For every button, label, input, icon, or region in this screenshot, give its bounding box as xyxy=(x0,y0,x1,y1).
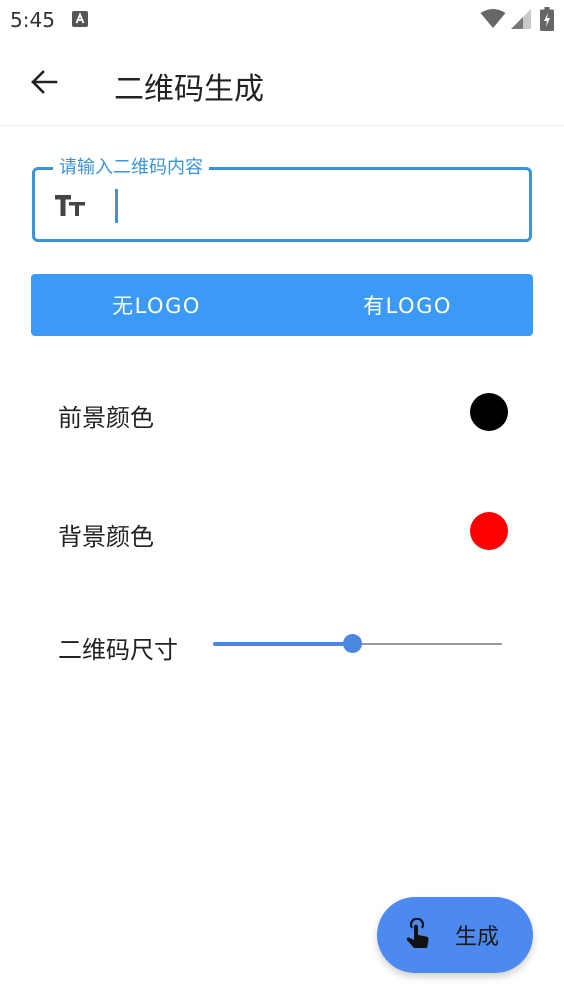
status-bar: 5:45 xyxy=(0,0,564,40)
app-bar: 二维码生成 xyxy=(0,40,564,126)
background-color-row: 背景颜色 xyxy=(0,501,564,561)
slider-fill xyxy=(213,642,352,646)
foreground-color-row: 前景颜色 xyxy=(0,382,564,442)
text-size-icon xyxy=(55,195,85,216)
back-button[interactable] xyxy=(22,60,66,104)
page-title: 二维码生成 xyxy=(114,72,264,107)
battery-icon xyxy=(540,7,554,31)
a-box-icon xyxy=(72,11,88,27)
no-logo-option[interactable]: 无LOGO xyxy=(31,274,282,336)
background-color-swatch[interactable] xyxy=(470,512,508,550)
arrow-left-icon xyxy=(31,70,58,94)
content-text-field[interactable]: 请输入二维码内容 xyxy=(32,156,532,242)
qr-size-row: 二维码尺寸 xyxy=(0,614,564,674)
signal-icon xyxy=(511,9,531,29)
foreground-color-swatch[interactable] xyxy=(470,393,508,431)
slider-thumb[interactable] xyxy=(342,634,362,653)
generate-button[interactable]: 生成 xyxy=(377,897,533,973)
content-field-label: 请输入二维码内容 xyxy=(53,156,209,180)
text-cursor xyxy=(115,189,118,223)
background-color-label: 背景颜色 xyxy=(58,523,154,551)
wifi-icon xyxy=(480,9,506,28)
qr-size-slider[interactable] xyxy=(213,634,502,654)
qr-size-label: 二维码尺寸 xyxy=(58,636,178,664)
foreground-color-label: 前景颜色 xyxy=(58,404,154,432)
content-input[interactable] xyxy=(113,184,513,224)
logo-toggle: 无LOGO 有LOGO xyxy=(31,274,533,336)
touch-hand-icon xyxy=(406,918,429,948)
with-logo-option[interactable]: 有LOGO xyxy=(282,274,533,336)
generate-label: 生成 xyxy=(455,925,500,950)
status-time: 5:45 xyxy=(10,8,55,32)
